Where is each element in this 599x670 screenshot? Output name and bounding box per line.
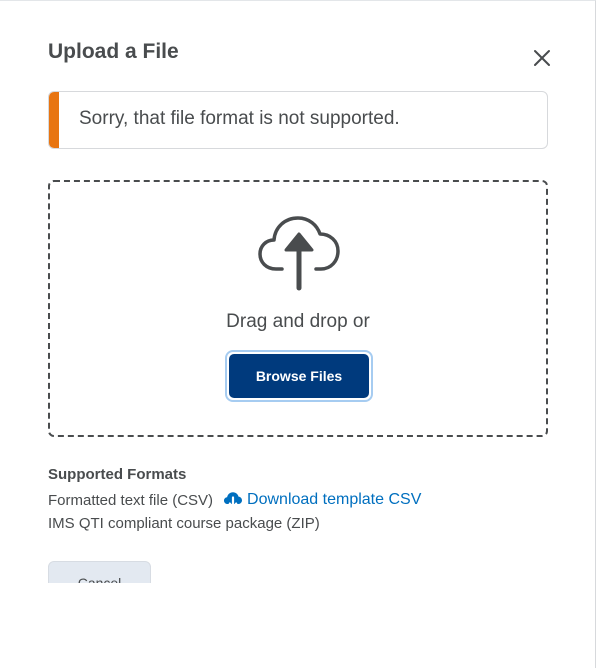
cancel-button[interactable]: Cancel — [48, 561, 151, 583]
close-button[interactable] — [528, 44, 556, 72]
cloud-download-icon — [224, 492, 243, 509]
file-dropzone[interactable]: Drag and drop or Browse Files — [48, 180, 548, 437]
format-label: Formatted text file (CSV) — [48, 491, 214, 509]
cloud-upload-icon — [258, 216, 340, 291]
format-label: IMS QTI compliant course package (ZIP) — [48, 515, 320, 532]
error-alert: Sorry, that file format is not supported… — [48, 91, 548, 149]
supported-formats-heading: Supported Formats — [48, 466, 187, 483]
upload-file-dialog: Upload a File Sorry, that file format is… — [0, 0, 596, 668]
browse-files-button[interactable]: Browse Files — [229, 354, 369, 398]
download-template-csv-link[interactable]: Download template CSV — [223, 491, 421, 509]
drag-drop-instruction: Drag and drop or — [226, 311, 370, 332]
alert-message: Sorry, that file format is not supported… — [79, 108, 400, 129]
format-item-zip: IMS QTI compliant course package (ZIP) — [48, 515, 320, 532]
browse-files-focus-ring: Browse Files — [225, 350, 373, 402]
dialog-title: Upload a File — [48, 40, 179, 63]
download-link-label: Download template CSV — [247, 491, 422, 508]
close-icon — [534, 50, 550, 66]
alert-accent-bar — [49, 92, 59, 148]
cancel-button-clip: Cancel — [48, 561, 151, 583]
format-item-csv: Formatted text file (CSV) Download templ… — [48, 491, 421, 509]
